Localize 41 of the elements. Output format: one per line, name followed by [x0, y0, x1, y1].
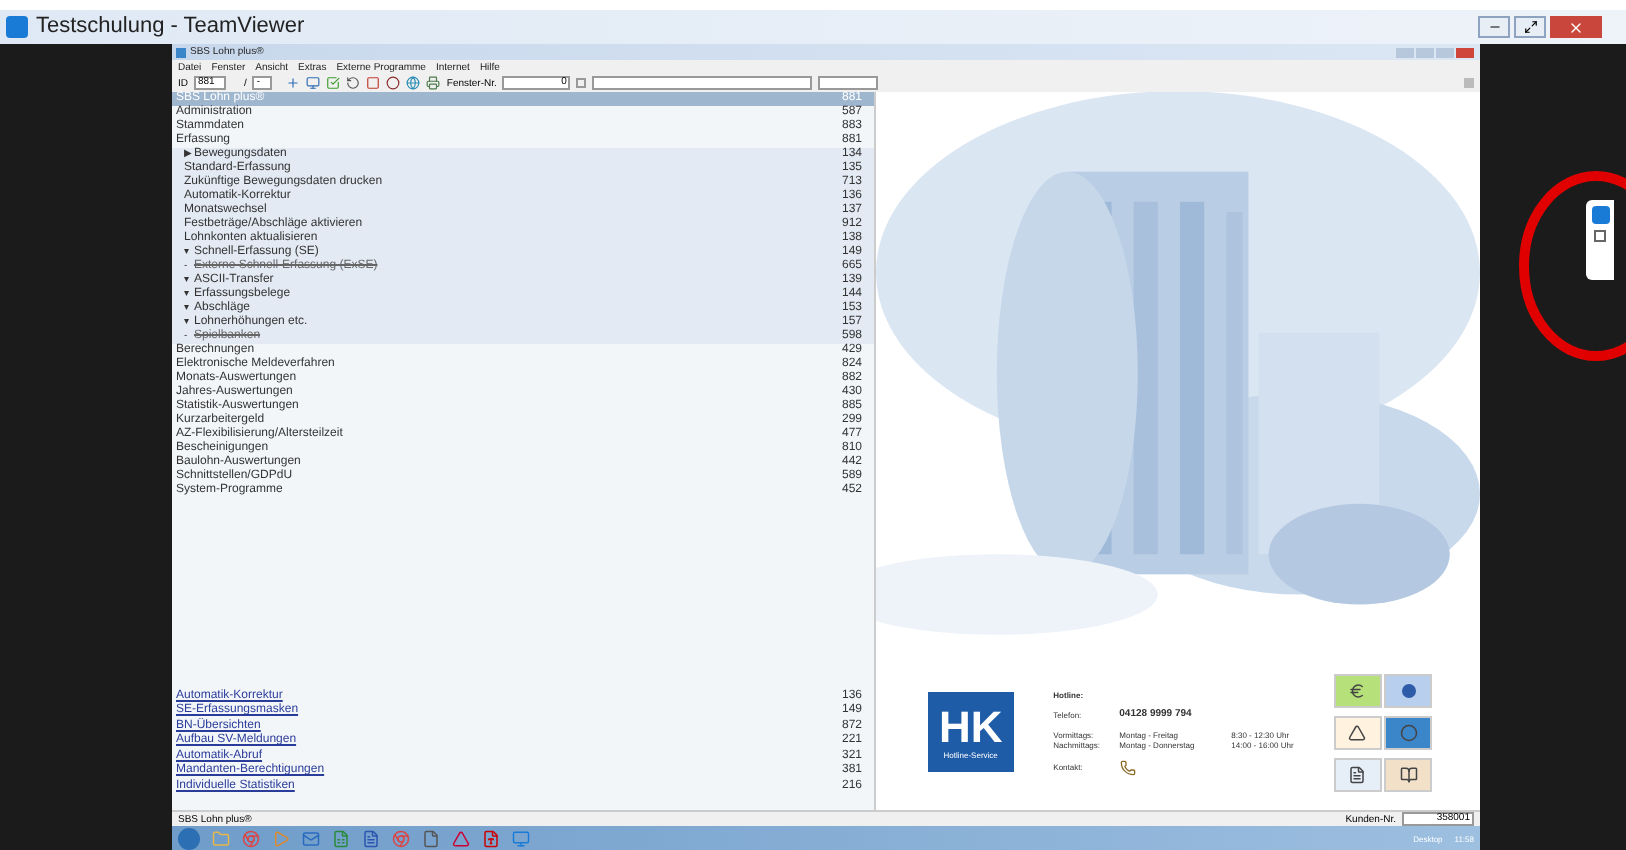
triangle-icon[interactable]: [452, 829, 470, 847]
notes-icon[interactable]: [422, 829, 440, 847]
phone-icon[interactable]: [1119, 759, 1136, 775]
folder-icon[interactable]: [212, 829, 230, 847]
minimize-button[interactable]: [1478, 16, 1510, 38]
shortcut-button[interactable]: [1384, 757, 1433, 791]
window-title: Testschulung - TeamViewer: [36, 12, 305, 43]
circle-icon[interactable]: [386, 76, 401, 90]
side-panel-tab[interactable]: [1586, 200, 1614, 280]
shortcut-button[interactable]: [1384, 715, 1433, 749]
close-icon[interactable]: [1456, 47, 1474, 57]
euro-icon: [1348, 681, 1367, 699]
shortcut-button[interactable]: [1333, 673, 1382, 707]
book-icon: [1399, 765, 1418, 783]
app-icon: [176, 47, 186, 57]
monitor-icon[interactable]: [306, 76, 321, 90]
plus-icon[interactable]: [286, 76, 301, 90]
close-icon: [1568, 19, 1584, 35]
maximize-button[interactable]: [1514, 16, 1546, 38]
circle-icon: [1399, 723, 1418, 741]
logo-text: HK: [938, 705, 1003, 749]
shortcut-button[interactable]: [1333, 757, 1382, 791]
shortcut-button[interactable]: [1333, 715, 1382, 749]
checkbox-icon[interactable]: [326, 76, 341, 90]
mail-icon[interactable]: [302, 829, 320, 847]
document-icon[interactable]: [362, 829, 380, 847]
shortcut-button[interactable]: [1384, 673, 1433, 707]
pdf-icon[interactable]: [482, 829, 500, 847]
spreadsheet-icon[interactable]: [332, 829, 350, 847]
browser-icon[interactable]: [392, 829, 410, 847]
remote-icon[interactable]: [512, 829, 530, 847]
search-field[interactable]: [592, 76, 813, 90]
start-button[interactable]: [178, 827, 200, 849]
browser-icon[interactable]: [242, 829, 260, 847]
globe-icon[interactable]: [406, 76, 421, 90]
square-icon[interactable]: [366, 76, 381, 90]
maximize-icon: [1523, 20, 1537, 34]
printer-icon[interactable]: [426, 76, 441, 90]
text-field[interactable]: [818, 76, 879, 90]
refresh-icon[interactable]: [346, 76, 361, 90]
minimize-icon: [1487, 20, 1501, 34]
